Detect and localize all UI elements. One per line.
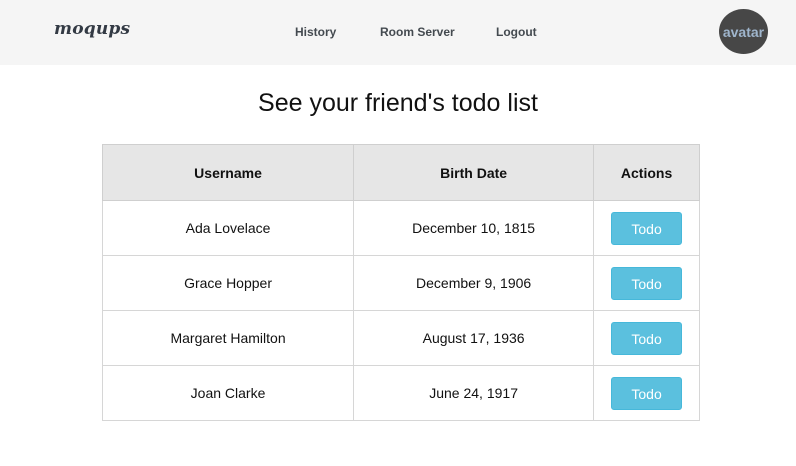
cell-birth-date: August 17, 1936 xyxy=(353,310,595,366)
table-header-row: Username Birth Date Actions xyxy=(101,144,700,201)
nav-link-room-server[interactable]: Room Server xyxy=(380,25,455,39)
table-row: Grace Hopper December 9, 1906 Todo xyxy=(101,255,700,311)
cell-username: Grace Hopper xyxy=(101,255,355,311)
cell-username: Margaret Hamilton xyxy=(101,310,355,366)
table-row: Joan Clarke June 24, 1917 Todo xyxy=(101,365,700,421)
cell-birth-date: December 9, 1906 xyxy=(353,255,595,311)
column-header-birth-date: Birth Date xyxy=(353,144,595,201)
logo[interactable]: moqups xyxy=(54,19,130,39)
cell-username: Ada Lovelace xyxy=(101,200,355,256)
avatar[interactable]: avatar xyxy=(719,9,768,54)
cell-actions: Todo xyxy=(593,365,700,421)
cell-actions: Todo xyxy=(593,255,700,311)
cell-actions: Todo xyxy=(593,310,700,366)
cell-username: Joan Clarke xyxy=(101,365,355,421)
todo-button[interactable]: Todo xyxy=(611,321,683,355)
todo-button[interactable]: Todo xyxy=(611,376,683,410)
nav-link-history[interactable]: History xyxy=(295,25,336,39)
page-title: See your friend's todo list xyxy=(258,89,538,117)
column-header-actions: Actions xyxy=(593,144,700,201)
cell-birth-date: December 10, 1815 xyxy=(353,200,595,256)
cell-birth-date: June 24, 1917 xyxy=(353,365,595,421)
todo-button[interactable]: Todo xyxy=(611,266,683,300)
table-row: Ada Lovelace December 10, 1815 Todo xyxy=(101,200,700,256)
table-row: Margaret Hamilton August 17, 1936 Todo xyxy=(101,310,700,366)
column-header-username: Username xyxy=(101,144,355,201)
navbar: moqups History Room Server Logout avatar xyxy=(0,0,796,65)
nav-link-logout[interactable]: Logout xyxy=(496,25,537,39)
todo-button[interactable]: Todo xyxy=(611,211,683,245)
friends-table: Username Birth Date Actions Ada Lovelace… xyxy=(101,144,700,421)
cell-actions: Todo xyxy=(593,200,700,256)
